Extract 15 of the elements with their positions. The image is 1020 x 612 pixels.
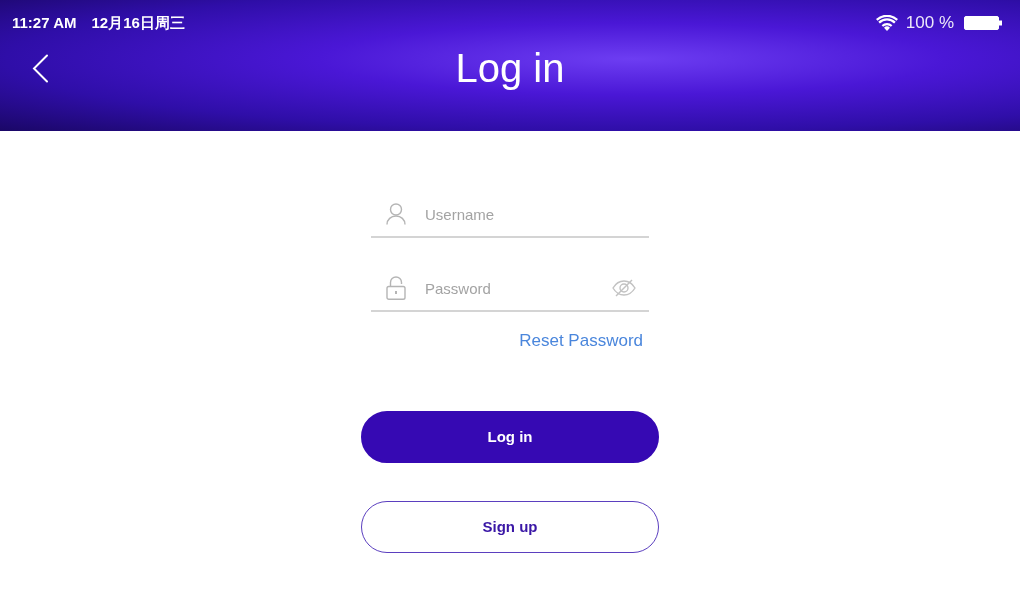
battery-percent: 100 % (905, 13, 954, 33)
lock-icon (386, 276, 406, 300)
page-title: Log in (455, 45, 565, 92)
login-button[interactable]: Log in (361, 411, 659, 463)
reset-password-link[interactable]: Reset Password (519, 331, 643, 351)
status-date: 12月16日周三 (91, 13, 185, 33)
signup-button[interactable]: Sign up (361, 501, 659, 553)
status-time: 11:27 AM (12, 13, 77, 33)
user-icon (386, 203, 406, 225)
username-field[interactable]: Username (425, 199, 630, 229)
wifi-icon (875, 15, 898, 31)
password-field[interactable]: Password (425, 273, 606, 303)
back-chevron-icon (32, 53, 49, 83)
battery-icon (964, 16, 1002, 30)
back-button[interactable] (32, 53, 49, 83)
